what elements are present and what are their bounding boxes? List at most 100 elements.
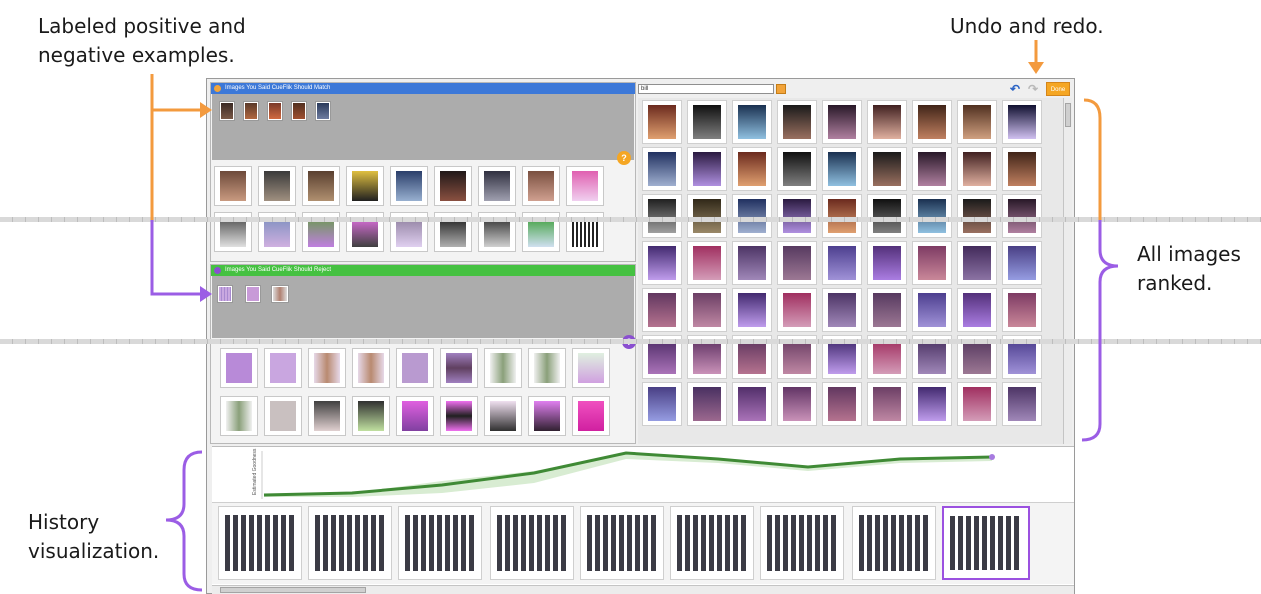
- scroll-thumb[interactable]: [220, 587, 366, 593]
- grid-scrollbar[interactable]: [1063, 98, 1072, 444]
- ranked-image-thumb[interactable]: [1002, 194, 1042, 238]
- ranked-image-thumb[interactable]: [822, 382, 862, 426]
- positive-example[interactable]: [292, 102, 306, 120]
- ranked-image-thumb[interactable]: [732, 147, 772, 191]
- ranked-image-thumb[interactable]: [867, 382, 907, 426]
- ranked-image-thumb[interactable]: [732, 100, 772, 144]
- suggestion-thumb[interactable]: [258, 166, 296, 206]
- ranked-image-thumb[interactable]: [867, 241, 907, 285]
- ranked-image-thumb[interactable]: [1002, 288, 1042, 332]
- ranked-image-thumb[interactable]: [912, 147, 952, 191]
- suggestion-thumb[interactable]: [484, 348, 522, 388]
- suggestion-thumb[interactable]: [264, 348, 302, 388]
- ranked-image-thumb[interactable]: [912, 194, 952, 238]
- ranked-image-thumb[interactable]: [957, 288, 997, 332]
- ranked-image-thumb[interactable]: [867, 194, 907, 238]
- ranked-image-thumb[interactable]: [822, 100, 862, 144]
- ranked-image-thumb[interactable]: [867, 288, 907, 332]
- help-icon[interactable]: ?: [617, 151, 631, 165]
- ranked-image-thumb[interactable]: [957, 100, 997, 144]
- scroll-thumb[interactable]: [1065, 103, 1071, 127]
- suggestion-thumb[interactable]: [302, 166, 340, 206]
- suggestion-thumb[interactable]: [440, 348, 478, 388]
- ranked-image-thumb[interactable]: [1002, 382, 1042, 426]
- ranked-image-thumb[interactable]: [822, 288, 862, 332]
- ranked-image-thumb[interactable]: [687, 194, 727, 238]
- ranked-image-thumb[interactable]: [957, 194, 997, 238]
- ranked-image-thumb[interactable]: [642, 288, 682, 332]
- ranked-image-thumb[interactable]: [732, 194, 772, 238]
- ranked-image-thumb[interactable]: [642, 100, 682, 144]
- negative-example[interactable]: [272, 286, 288, 302]
- ranked-image-thumb[interactable]: [642, 241, 682, 285]
- history-snapshot[interactable]: [852, 506, 936, 580]
- history-snapshot[interactable]: [490, 506, 574, 580]
- search-input[interactable]: bill: [638, 84, 774, 94]
- history-snapshot[interactable]: [580, 506, 664, 580]
- ranked-image-thumb[interactable]: [687, 241, 727, 285]
- suggestion-thumb[interactable]: [484, 396, 522, 436]
- ranked-image-thumb[interactable]: [777, 147, 817, 191]
- ranked-image-thumb[interactable]: [957, 241, 997, 285]
- ranked-image-thumb[interactable]: [687, 288, 727, 332]
- ranked-image-thumb[interactable]: [687, 382, 727, 426]
- suggestion-thumb[interactable]: [220, 396, 258, 436]
- positive-example[interactable]: [220, 102, 234, 120]
- suggestion-thumb[interactable]: [308, 396, 346, 436]
- suggestion-thumb[interactable]: [352, 348, 390, 388]
- ranked-image-thumb[interactable]: [867, 100, 907, 144]
- positive-example[interactable]: [316, 102, 330, 120]
- negative-example[interactable]: [246, 286, 260, 302]
- history-snapshot[interactable]: [760, 506, 844, 580]
- suggestion-thumb[interactable]: [528, 396, 566, 436]
- ranked-image-thumb[interactable]: [957, 382, 997, 426]
- redo-icon[interactable]: ↷: [1028, 83, 1040, 95]
- suggestion-thumb[interactable]: [308, 348, 346, 388]
- ranked-image-thumb[interactable]: [777, 194, 817, 238]
- ranked-image-thumb[interactable]: [912, 241, 952, 285]
- ranked-image-thumb[interactable]: [822, 241, 862, 285]
- suggestion-thumb[interactable]: [434, 166, 472, 206]
- ranked-image-thumb[interactable]: [777, 100, 817, 144]
- suggestion-thumb[interactable]: [478, 166, 516, 206]
- negative-examples-area[interactable]: [212, 276, 634, 338]
- ranked-image-thumb[interactable]: [642, 147, 682, 191]
- ranked-image-thumb[interactable]: [777, 288, 817, 332]
- suggestion-thumb[interactable]: [528, 348, 566, 388]
- search-icon[interactable]: [776, 84, 786, 94]
- ranked-image-thumb[interactable]: [957, 147, 997, 191]
- done-button[interactable]: Done: [1046, 82, 1070, 96]
- history-snapshot-selected[interactable]: [942, 506, 1030, 580]
- undo-icon[interactable]: ↶: [1010, 83, 1022, 95]
- ranked-image-thumb[interactable]: [1002, 147, 1042, 191]
- ranked-image-thumb[interactable]: [912, 100, 952, 144]
- negative-example[interactable]: [218, 286, 232, 302]
- positive-example[interactable]: [244, 102, 258, 120]
- suggestion-thumb[interactable]: [566, 166, 604, 206]
- suggestion-thumb[interactable]: [390, 166, 428, 206]
- suggestion-thumb[interactable]: [572, 348, 610, 388]
- positive-example[interactable]: [268, 102, 282, 120]
- ranked-image-thumb[interactable]: [687, 147, 727, 191]
- ranked-image-thumb[interactable]: [777, 241, 817, 285]
- ranked-image-thumb[interactable]: [867, 147, 907, 191]
- suggestion-thumb[interactable]: [264, 396, 302, 436]
- ranked-image-thumb[interactable]: [822, 147, 862, 191]
- suggestion-thumb[interactable]: [220, 348, 258, 388]
- ranked-image-thumb[interactable]: [732, 241, 772, 285]
- suggestion-thumb[interactable]: [214, 166, 252, 206]
- suggestion-thumb[interactable]: [346, 166, 384, 206]
- ranked-image-thumb[interactable]: [912, 382, 952, 426]
- suggestion-thumb[interactable]: [522, 166, 560, 206]
- suggestion-thumb[interactable]: [352, 396, 390, 436]
- ranked-image-thumb[interactable]: [687, 100, 727, 144]
- history-snapshot[interactable]: [218, 506, 302, 580]
- ranked-image-thumb[interactable]: [912, 288, 952, 332]
- suggestion-thumb[interactable]: [440, 396, 478, 436]
- history-snapshot[interactable]: [670, 506, 754, 580]
- history-scrollbar[interactable]: [212, 585, 1074, 594]
- suggestion-thumb[interactable]: [396, 396, 434, 436]
- ranked-image-thumb[interactable]: [642, 194, 682, 238]
- history-snapshot[interactable]: [308, 506, 392, 580]
- history-snapshot[interactable]: [398, 506, 482, 580]
